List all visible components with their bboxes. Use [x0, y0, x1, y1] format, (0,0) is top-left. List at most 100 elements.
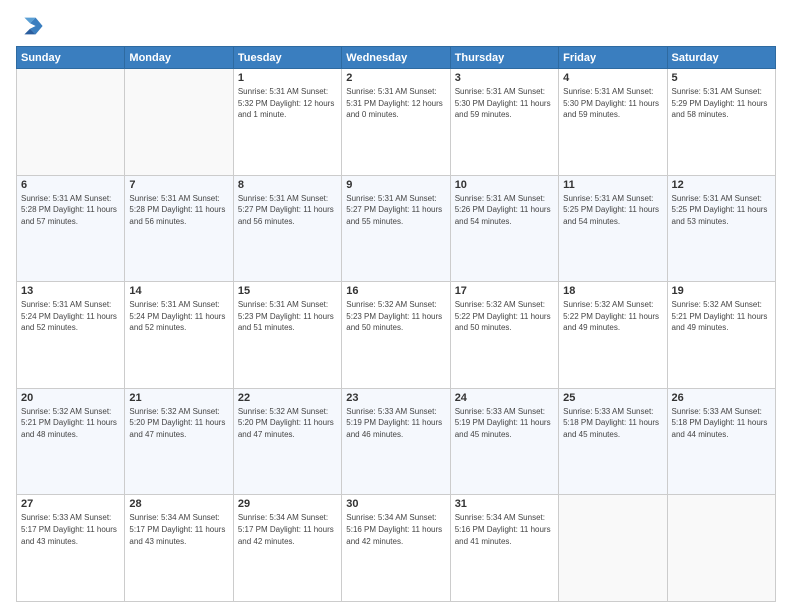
- calendar-cell: 25Sunrise: 5:33 AM Sunset: 5:18 PM Dayli…: [559, 388, 667, 495]
- day-number: 9: [346, 179, 445, 191]
- calendar-cell: 19Sunrise: 5:32 AM Sunset: 5:21 PM Dayli…: [667, 282, 775, 389]
- day-number: 29: [238, 498, 337, 510]
- calendar-cell: 7 Sunrise: 5:31 AM Sunset: 5:28 PM Daylig…: [125, 175, 233, 282]
- calendar-cell: 31 Sunrise: 5:34 AM Sunset: 5:16 PM Dayli…: [450, 495, 558, 602]
- day-info: Sunrise: 5:32 AM Sunset: 5:23 PM Dayligh…: [346, 299, 445, 334]
- day-info: Sunrise: 5:32 AM Sunset: 5:20 PM Dayligh…: [129, 406, 228, 441]
- day-info: Sunrise: 5:34 AM Sunset: 5:16 PM Dayligh…: [455, 512, 554, 547]
- calendar-cell: 3 Sunrise: 5:31 AM Sunset: 5:30 PM Daylig…: [450, 69, 558, 176]
- calendar-cell: 6 Sunrise: 5:31 AM Sunset: 5:28 PM Daylig…: [17, 175, 125, 282]
- calendar-week-4: 20 Sunrise: 5:32 AM Sunset: 5:21 PM Dayli…: [17, 388, 776, 495]
- day-number: 22: [238, 392, 337, 404]
- calendar-week-2: 6 Sunrise: 5:31 AM Sunset: 5:28 PM Daylig…: [17, 175, 776, 282]
- day-number: 8: [238, 179, 337, 191]
- calendar-cell: 23 Sunrise: 5:33 AM Sunset: 5:19 PM Dayli…: [342, 388, 450, 495]
- day-number: 2: [346, 72, 445, 84]
- day-info: Sunrise: 5:31 AM Sunset: 5:25 PM Dayligh…: [672, 193, 771, 228]
- day-info: Sunrise: 5:31 AM Sunset: 5:27 PM Dayligh…: [238, 193, 337, 228]
- day-info: Sunrise: 5:31 AM Sunset: 5:31 PM Dayligh…: [346, 86, 445, 121]
- page: SundayMondayTuesdayWednesdayThursdayFrid…: [0, 0, 792, 612]
- header: [16, 12, 776, 40]
- calendar-week-1: 1 Sunrise: 5:31 AM Sunset: 5:32 PM Daylig…: [17, 69, 776, 176]
- calendar-cell: 29 Sunrise: 5:34 AM Sunset: 5:17 PM Dayli…: [233, 495, 341, 602]
- calendar-cell: 26 Sunrise: 5:33 AM Sunset: 5:18 PM Dayli…: [667, 388, 775, 495]
- day-info: Sunrise: 5:31 AM Sunset: 5:28 PM Dayligh…: [21, 193, 120, 228]
- day-number: 6: [21, 179, 120, 191]
- calendar-week-5: 27 Sunrise: 5:33 AM Sunset: 5:17 PM Dayli…: [17, 495, 776, 602]
- day-number: 31: [455, 498, 554, 510]
- calendar-cell: [559, 495, 667, 602]
- weekday-header-monday: Monday: [125, 47, 233, 69]
- day-number: 30: [346, 498, 445, 510]
- calendar-cell: 28 Sunrise: 5:34 AM Sunset: 5:17 PM Dayli…: [125, 495, 233, 602]
- calendar-cell: 17Sunrise: 5:32 AM Sunset: 5:22 PM Dayli…: [450, 282, 558, 389]
- logo-icon: [16, 12, 44, 40]
- day-number: 23: [346, 392, 445, 404]
- logo: [16, 12, 48, 40]
- day-info: Sunrise: 5:31 AM Sunset: 5:29 PM Dayligh…: [672, 86, 771, 121]
- day-number: 10: [455, 179, 554, 191]
- calendar-cell: [125, 69, 233, 176]
- weekday-header-sunday: Sunday: [17, 47, 125, 69]
- day-number: 12: [672, 179, 771, 191]
- day-info: Sunrise: 5:32 AM Sunset: 5:22 PM Dayligh…: [563, 299, 662, 334]
- day-number: 4: [563, 72, 662, 84]
- day-info: Sunrise: 5:31 AM Sunset: 5:23 PM Dayligh…: [238, 299, 337, 334]
- calendar-cell: 1 Sunrise: 5:31 AM Sunset: 5:32 PM Daylig…: [233, 69, 341, 176]
- calendar-cell: 21Sunrise: 5:32 AM Sunset: 5:20 PM Dayli…: [125, 388, 233, 495]
- weekday-header-row: SundayMondayTuesdayWednesdayThursdayFrid…: [17, 47, 776, 69]
- calendar-cell: 12 Sunrise: 5:31 AM Sunset: 5:25 PM Dayli…: [667, 175, 775, 282]
- weekday-header-thursday: Thursday: [450, 47, 558, 69]
- day-info: Sunrise: 5:31 AM Sunset: 5:24 PM Dayligh…: [21, 299, 120, 334]
- calendar-cell: 20 Sunrise: 5:32 AM Sunset: 5:21 PM Dayli…: [17, 388, 125, 495]
- day-info: Sunrise: 5:33 AM Sunset: 5:18 PM Dayligh…: [672, 406, 771, 441]
- calendar-cell: 5 Sunrise: 5:31 AM Sunset: 5:29 PM Daylig…: [667, 69, 775, 176]
- calendar-cell: 15 Sunrise: 5:31 AM Sunset: 5:23 PM Dayli…: [233, 282, 341, 389]
- day-info: Sunrise: 5:33 AM Sunset: 5:19 PM Dayligh…: [455, 406, 554, 441]
- day-info: Sunrise: 5:34 AM Sunset: 5:17 PM Dayligh…: [129, 512, 228, 547]
- day-number: 18: [563, 285, 662, 297]
- day-number: 28: [129, 498, 228, 510]
- day-info: Sunrise: 5:32 AM Sunset: 5:22 PM Dayligh…: [455, 299, 554, 334]
- day-number: 16: [346, 285, 445, 297]
- day-number: 7: [129, 179, 228, 191]
- calendar-cell: 30 Sunrise: 5:34 AM Sunset: 5:16 PM Dayli…: [342, 495, 450, 602]
- calendar-cell: 27 Sunrise: 5:33 AM Sunset: 5:17 PM Dayli…: [17, 495, 125, 602]
- calendar-cell: 9 Sunrise: 5:31 AM Sunset: 5:27 PM Daylig…: [342, 175, 450, 282]
- day-info: Sunrise: 5:32 AM Sunset: 5:21 PM Dayligh…: [21, 406, 120, 441]
- day-info: Sunrise: 5:31 AM Sunset: 5:32 PM Dayligh…: [238, 86, 337, 121]
- day-number: 14: [129, 285, 228, 297]
- day-number: 19: [672, 285, 771, 297]
- day-info: Sunrise: 5:34 AM Sunset: 5:16 PM Dayligh…: [346, 512, 445, 547]
- day-info: Sunrise: 5:33 AM Sunset: 5:19 PM Dayligh…: [346, 406, 445, 441]
- day-number: 15: [238, 285, 337, 297]
- day-number: 26: [672, 392, 771, 404]
- calendar-week-3: 13Sunrise: 5:31 AM Sunset: 5:24 PM Dayli…: [17, 282, 776, 389]
- weekday-header-saturday: Saturday: [667, 47, 775, 69]
- day-info: Sunrise: 5:31 AM Sunset: 5:28 PM Dayligh…: [129, 193, 228, 228]
- day-number: 3: [455, 72, 554, 84]
- calendar-cell: 16 Sunrise: 5:32 AM Sunset: 5:23 PM Dayli…: [342, 282, 450, 389]
- day-number: 24: [455, 392, 554, 404]
- day-info: Sunrise: 5:33 AM Sunset: 5:18 PM Dayligh…: [563, 406, 662, 441]
- calendar-cell: 4Sunrise: 5:31 AM Sunset: 5:30 PM Daylig…: [559, 69, 667, 176]
- calendar-cell: 22 Sunrise: 5:32 AM Sunset: 5:20 PM Dayli…: [233, 388, 341, 495]
- day-number: 11: [563, 179, 662, 191]
- day-number: 20: [21, 392, 120, 404]
- day-info: Sunrise: 5:31 AM Sunset: 5:27 PM Dayligh…: [346, 193, 445, 228]
- day-number: 5: [672, 72, 771, 84]
- day-info: Sunrise: 5:32 AM Sunset: 5:20 PM Dayligh…: [238, 406, 337, 441]
- calendar-cell: 14 Sunrise: 5:31 AM Sunset: 5:24 PM Dayli…: [125, 282, 233, 389]
- day-info: Sunrise: 5:31 AM Sunset: 5:30 PM Dayligh…: [455, 86, 554, 121]
- calendar-cell: 10Sunrise: 5:31 AM Sunset: 5:26 PM Dayli…: [450, 175, 558, 282]
- calendar-cell: 18 Sunrise: 5:32 AM Sunset: 5:22 PM Dayli…: [559, 282, 667, 389]
- day-number: 1: [238, 72, 337, 84]
- day-info: Sunrise: 5:31 AM Sunset: 5:24 PM Dayligh…: [129, 299, 228, 334]
- calendar-cell: 13Sunrise: 5:31 AM Sunset: 5:24 PM Dayli…: [17, 282, 125, 389]
- calendar-cell: 8 Sunrise: 5:31 AM Sunset: 5:27 PM Daylig…: [233, 175, 341, 282]
- day-number: 27: [21, 498, 120, 510]
- calendar-cell: [17, 69, 125, 176]
- day-info: Sunrise: 5:33 AM Sunset: 5:17 PM Dayligh…: [21, 512, 120, 547]
- weekday-header-friday: Friday: [559, 47, 667, 69]
- day-info: Sunrise: 5:34 AM Sunset: 5:17 PM Dayligh…: [238, 512, 337, 547]
